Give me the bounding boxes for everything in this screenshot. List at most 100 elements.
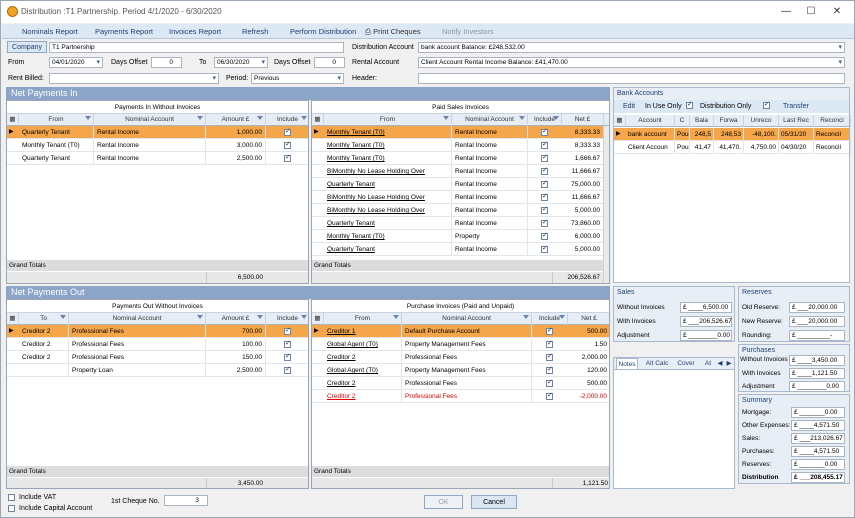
sales-with-field[interactable]: £ ___206,526.67 (680, 316, 732, 327)
tab-alt-calc[interactable]: Alt Calc (642, 358, 672, 369)
purchases-with-field[interactable]: £ ____1,121.50 (789, 368, 845, 379)
include-checkbox[interactable] (284, 365, 291, 374)
edit-button[interactable]: Edit (623, 103, 635, 110)
col-include[interactable]: Include (532, 313, 568, 325)
summary-reserves-field[interactable]: £ _______0.00 (791, 459, 845, 470)
minimize-button[interactable]: — (776, 5, 796, 19)
refresh-button[interactable]: Refresh (242, 27, 268, 36)
tab-scroll-right-icon[interactable]: ▶ (725, 358, 733, 369)
filter-icon[interactable] (60, 315, 66, 319)
from-link[interactable]: Quarterly Tenant (324, 178, 452, 191)
col-from[interactable]: From (324, 313, 402, 325)
table-row[interactable]: Quarterly TenantRental Income 73,860.00 (312, 217, 604, 230)
transfer-button[interactable]: Transfer (783, 103, 809, 110)
new-reserve-field[interactable]: £ ___20,000.00 (789, 316, 845, 327)
distribution-total-field[interactable]: £ ___208,455.17 (791, 472, 845, 483)
col-net[interactable]: Net £ (562, 114, 604, 126)
table-row[interactable]: Property Loan 2,500.00 (7, 364, 308, 377)
include-checkbox[interactable] (541, 140, 548, 149)
table-row[interactable]: Creditor 2Professional Fees 500.00 (312, 377, 609, 390)
table-row[interactable]: Creditor 2 Professional Fees 150.00 (7, 351, 308, 364)
col-forward[interactable]: Forwa (714, 115, 744, 127)
from-link[interactable]: Creditor 2 (324, 390, 402, 403)
close-button[interactable]: ✕ (827, 5, 847, 19)
rental-account-select[interactable]: Client Account Rental Income Balance: £4… (418, 57, 845, 68)
purchases-adjustment-field[interactable]: £ ________0.00 (789, 381, 845, 392)
distribution-account-select[interactable]: bank account Balance: £248,532.00 (418, 42, 845, 53)
company-field[interactable]: T1 Partnership (49, 42, 344, 53)
table-row[interactable]: ▶ Creditor 1Default Purchase Account 500.0… (312, 325, 609, 338)
from-link[interactable]: Quarterly Tenant (324, 217, 452, 230)
mortgage-field[interactable]: £ _______0.00 (791, 407, 845, 418)
bank-account-row[interactable]: ▶ bank account Pou 248,5 248,53 -48,100. 05/31… (614, 128, 851, 141)
from-link[interactable]: Monthly Tenant (T0) (324, 126, 452, 139)
days-offset-stepper[interactable]: 0 (151, 57, 182, 68)
include-checkbox[interactable] (546, 391, 553, 400)
grid-settings-icon[interactable]: ▦ (312, 313, 324, 325)
from-link[interactable]: Global Agent (T0) (324, 364, 402, 377)
table-row[interactable]: Monthly Tenant (T0)Property 6,000.00 (312, 230, 604, 243)
vertical-scrollbar[interactable] (603, 126, 609, 283)
to-date-field[interactable]: 06/30/2020 (214, 57, 268, 68)
include-checkbox[interactable] (546, 365, 553, 374)
col-amount[interactable]: Amount £ (206, 313, 266, 325)
period-select[interactable]: Previous (251, 73, 344, 84)
from-link[interactable]: Creditor 2 (324, 377, 402, 390)
col-last-reconciled[interactable]: Last Rec (779, 115, 814, 127)
notify-investors-button[interactable]: Notify Investors (442, 27, 494, 36)
from-link[interactable]: BiMonthly No Lease Holding Over (324, 191, 452, 204)
print-cheques-button[interactable]: ⎙ Print Cheques (365, 27, 421, 37)
sales-adjustment-field[interactable]: £ ________0.00 (680, 330, 732, 341)
bank-account-row[interactable]: Client Accoun Pou 41,47 41,470. 4,750.00 04/3… (614, 141, 851, 154)
summary-sales-field[interactable]: £ ___213,026.67 (791, 433, 845, 444)
col-from[interactable]: From (19, 114, 94, 126)
table-row[interactable]: Monthly Tenant (T0)Rental Income 8,333.33 (312, 139, 604, 152)
include-capital-account-checkbox[interactable] (8, 505, 15, 512)
include-checkbox[interactable] (541, 127, 548, 136)
filter-icon[interactable] (301, 116, 307, 120)
perform-distribution-button[interactable]: Perform Distribution (290, 27, 356, 36)
col-net[interactable]: Net £ (568, 313, 609, 325)
col-unreconciled[interactable]: Unreco (744, 115, 779, 127)
col-to[interactable]: To (19, 313, 69, 325)
col-include[interactable]: Include (266, 313, 308, 325)
tab-at[interactable]: At (702, 358, 714, 369)
from-date-field[interactable]: 04/01/2020 (49, 57, 103, 68)
table-row[interactable]: ▶ Quarterly Tenant Rental Income 1,000.00 (7, 126, 308, 139)
other-expenses-field[interactable]: £ ____4,571.50 (791, 420, 845, 431)
table-row[interactable]: Quarterly TenantRental Income 5,000.00 (312, 243, 604, 256)
include-checkbox[interactable] (541, 153, 548, 162)
old-reserve-field[interactable]: £ ___20,000.00 (789, 302, 845, 313)
col-account[interactable]: Account (626, 115, 675, 127)
filter-icon[interactable] (301, 315, 307, 319)
from-link[interactable]: Monthly Tenant (T0) (324, 139, 452, 152)
from-link[interactable]: Global Agent (T0) (324, 338, 402, 351)
include-checkbox[interactable] (284, 127, 291, 136)
table-row[interactable]: Global Agent (T0) Property Management Fee… (312, 338, 609, 351)
include-checkbox[interactable] (284, 339, 291, 348)
invoices-report-button[interactable]: Invoices Report (169, 27, 221, 36)
include-checkbox[interactable] (541, 244, 548, 253)
col-nominal[interactable]: Nominal Account (452, 114, 528, 126)
filter-icon[interactable] (257, 315, 263, 319)
nominals-report-button[interactable]: Nominals Report (22, 27, 78, 36)
grid-settings-icon[interactable]: ▦ (614, 115, 626, 127)
include-checkbox[interactable] (546, 352, 553, 361)
from-link[interactable]: BiMonthly No Lease Holding Over (324, 204, 452, 217)
include-vat-checkbox[interactable] (8, 494, 15, 501)
col-currency[interactable]: C (675, 115, 690, 127)
include-checkbox[interactable] (546, 378, 553, 387)
table-row[interactable]: ▶ Creditor 2 Professional Fees 700.00 (7, 325, 308, 338)
include-checkbox[interactable] (284, 140, 291, 149)
maximize-button[interactable]: ☐ (801, 5, 821, 19)
include-checkbox[interactable] (541, 192, 548, 201)
from-link[interactable]: BiMonthly No Lease Holding Over (324, 165, 452, 178)
from-link[interactable]: Creditor 1 (324, 325, 402, 338)
include-checkbox[interactable] (546, 339, 553, 348)
col-include[interactable]: Include (528, 114, 562, 126)
col-reconcile[interactable]: Reconci (814, 115, 851, 127)
filter-icon[interactable] (197, 116, 203, 120)
grid-settings-icon[interactable]: ▦ (312, 114, 324, 126)
col-nominal[interactable]: Nominal Account (69, 313, 206, 325)
table-row[interactable]: Creditor 2Professional Fees 2,000.00 (312, 351, 609, 364)
